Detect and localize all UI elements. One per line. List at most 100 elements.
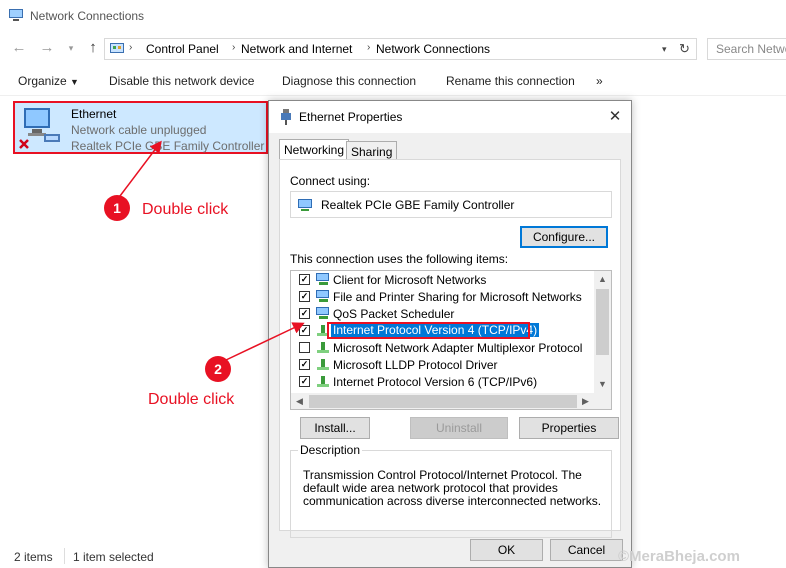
connection-status: Network cable unplugged — [71, 123, 207, 137]
breadcrumb-separator-icon: › — [129, 42, 133, 53]
list-item-label: Internet Protocol Version 6 (TCP/IPv6) — [333, 375, 538, 389]
organize-menu[interactable]: Organize ▼ — [18, 74, 79, 88]
horizontal-scrollbar[interactable]: ◀ ▶ — [291, 393, 611, 409]
address-bar[interactable]: › Control Panel › Network and Internet ›… — [104, 38, 697, 60]
list-item[interactable]: ✓ Internet Protocol Version 4 (TCP/IPv4) — [291, 322, 591, 339]
breadcrumb-network-connections[interactable]: Network Connections — [376, 42, 490, 56]
chevron-down-icon: ▼ — [70, 77, 79, 87]
command-bar: Organize ▼ Disable this network device D… — [0, 65, 786, 96]
list-item-label: File and Printer Sharing for Microsoft N… — [333, 290, 582, 304]
status-divider — [64, 548, 65, 564]
list-item-label: Client for Microsoft Networks — [333, 273, 487, 287]
status-bar: 2 items 1 item selected — [0, 546, 270, 568]
list-item-label: QoS Packet Scheduler — [333, 307, 455, 321]
description-text: Transmission Control Protocol/Internet P… — [303, 468, 602, 508]
list-item-label: Microsoft LLDP Protocol Driver — [333, 358, 498, 372]
breadcrumb-separator-icon: › — [232, 42, 236, 53]
list-item[interactable]: ✓ Internet Protocol Version 6 (TCP/IPv6) — [291, 373, 591, 390]
items-label: This connection uses the following items… — [290, 252, 509, 266]
step-2-label: Double click — [148, 391, 235, 408]
connection-items-list[interactable]: ✓ Client for Microsoft Networks ✓ File and … — [290, 270, 612, 410]
network-adapter-icon — [298, 199, 312, 211]
tab-sharing[interactable]: Sharing — [346, 141, 398, 161]
close-icon[interactable]: ✕ — [605, 107, 625, 127]
ok-button[interactable]: OK — [470, 539, 543, 561]
step-1-badge: 1 — [104, 195, 130, 221]
address-row: ← → ▾ ↑ › Control Panel › Network and In… — [0, 32, 786, 64]
step-2-badge: 2 — [205, 356, 231, 382]
checkbox-checked[interactable]: ✓ — [299, 291, 310, 302]
protocol-icon — [317, 325, 329, 336]
checkbox-unchecked[interactable] — [299, 342, 310, 353]
ethernet-adapter-icon — [19, 108, 60, 149]
scroll-up-icon[interactable]: ▲ — [594, 271, 611, 288]
scroll-down-icon[interactable]: ▼ — [594, 376, 611, 393]
breadcrumb-network-and-internet[interactable]: Network and Internet — [241, 42, 352, 56]
network-service-icon — [316, 290, 329, 302]
uninstall-button: Uninstall — [410, 417, 508, 439]
more-commands-button[interactable]: » — [596, 74, 603, 88]
configure-button[interactable]: Configure... — [520, 226, 608, 248]
rename-button[interactable]: Rename this connection — [446, 74, 575, 88]
connection-name: Ethernet — [71, 107, 117, 121]
protocol-icon — [317, 359, 329, 370]
list-item-label: Internet Protocol Version 4 (TCP/IPv4) — [331, 323, 540, 337]
refresh-icon[interactable]: ↻ — [679, 41, 690, 57]
list-item[interactable]: ✓ Client for Microsoft Networks — [291, 271, 591, 288]
networking-tab-panel: Connect using: Realtek PCIe GBE Family C… — [279, 159, 621, 538]
adapter-name: Realtek PCIe GBE Family Controller — [321, 198, 515, 212]
checkbox-checked[interactable]: ✓ — [299, 359, 310, 370]
back-arrow-icon[interactable]: ← — [10, 39, 28, 57]
description-legend: Description — [298, 443, 363, 457]
checkbox-checked[interactable]: ✓ — [299, 308, 310, 319]
checkbox-checked[interactable]: ✓ — [299, 274, 310, 285]
address-dropdown-icon[interactable]: ▾ — [662, 44, 667, 55]
recent-locations-chevron-icon[interactable]: ▾ — [62, 39, 80, 57]
organize-label: Organize — [18, 74, 67, 88]
search-input[interactable]: Search Network Connections — [707, 38, 786, 60]
control-panel-icon — [110, 43, 124, 53]
protocol-icon — [317, 342, 329, 353]
forward-arrow-icon[interactable]: → — [38, 39, 56, 57]
breadcrumb-separator-icon: › — [367, 42, 371, 53]
list-item[interactable]: Microsoft Network Adapter Multiplexor Pr… — [291, 339, 591, 356]
protocol-icon — [317, 376, 329, 387]
up-arrow-icon[interactable]: ↑ — [84, 39, 102, 57]
disable-device-button[interactable]: Disable this network device — [109, 74, 254, 88]
diagnose-button[interactable]: Diagnose this connection — [282, 74, 416, 88]
ethernet-properties-dialog: Ethernet Properties ✕ Networking Sharing… — [268, 100, 632, 568]
breadcrumb-control-panel[interactable]: Control Panel — [146, 42, 219, 56]
cancel-button[interactable]: Cancel — [550, 539, 623, 561]
list-item-label: Microsoft Network Adapter Multiplexor Pr… — [333, 341, 583, 355]
dialog-title: Ethernet Properties — [299, 110, 403, 124]
ethernet-plug-icon — [281, 109, 291, 125]
list-item[interactable]: ✓ File and Printer Sharing for Microsoft … — [291, 288, 591, 305]
tab-networking[interactable]: Networking — [279, 139, 350, 161]
network-client-icon — [316, 273, 329, 285]
ethernet-connection-item[interactable]: Ethernet Network cable unplugged Realtek… — [13, 101, 268, 154]
connect-using-label: Connect using: — [290, 174, 371, 188]
connection-device: Realtek PCIe GBE Family Controller — [71, 139, 265, 153]
properties-button[interactable]: Properties — [519, 417, 619, 439]
scroll-right-icon[interactable]: ▶ — [577, 393, 594, 409]
description-group: Description Transmission Control Protoco… — [290, 443, 612, 538]
vertical-scrollbar[interactable]: ▲ ▼ — [594, 271, 611, 393]
scroll-thumb[interactable] — [596, 289, 609, 355]
hscroll-thumb[interactable] — [309, 395, 577, 408]
selected-count: 1 item selected — [73, 550, 154, 564]
step-1-label: Double click — [142, 201, 229, 218]
list-item[interactable]: ✓ QoS Packet Scheduler — [291, 305, 591, 322]
list-item[interactable]: ✓ Microsoft LLDP Protocol Driver — [291, 356, 591, 373]
dialog-titlebar: Ethernet Properties ✕ — [269, 101, 631, 133]
window-titlebar: Network Connections — [0, 0, 786, 32]
adapter-display: Realtek PCIe GBE Family Controller — [290, 191, 612, 218]
network-connections-icon — [9, 9, 23, 21]
network-service-icon — [316, 307, 329, 319]
scroll-left-icon[interactable]: ◀ — [291, 393, 308, 409]
watermark: ©MeraBheja.com — [618, 548, 740, 565]
install-button[interactable]: Install... — [300, 417, 370, 439]
checkbox-checked[interactable]: ✓ — [299, 376, 310, 387]
checkbox-checked[interactable]: ✓ — [299, 325, 310, 336]
item-count: 2 items — [14, 550, 53, 564]
window-title: Network Connections — [30, 9, 145, 23]
